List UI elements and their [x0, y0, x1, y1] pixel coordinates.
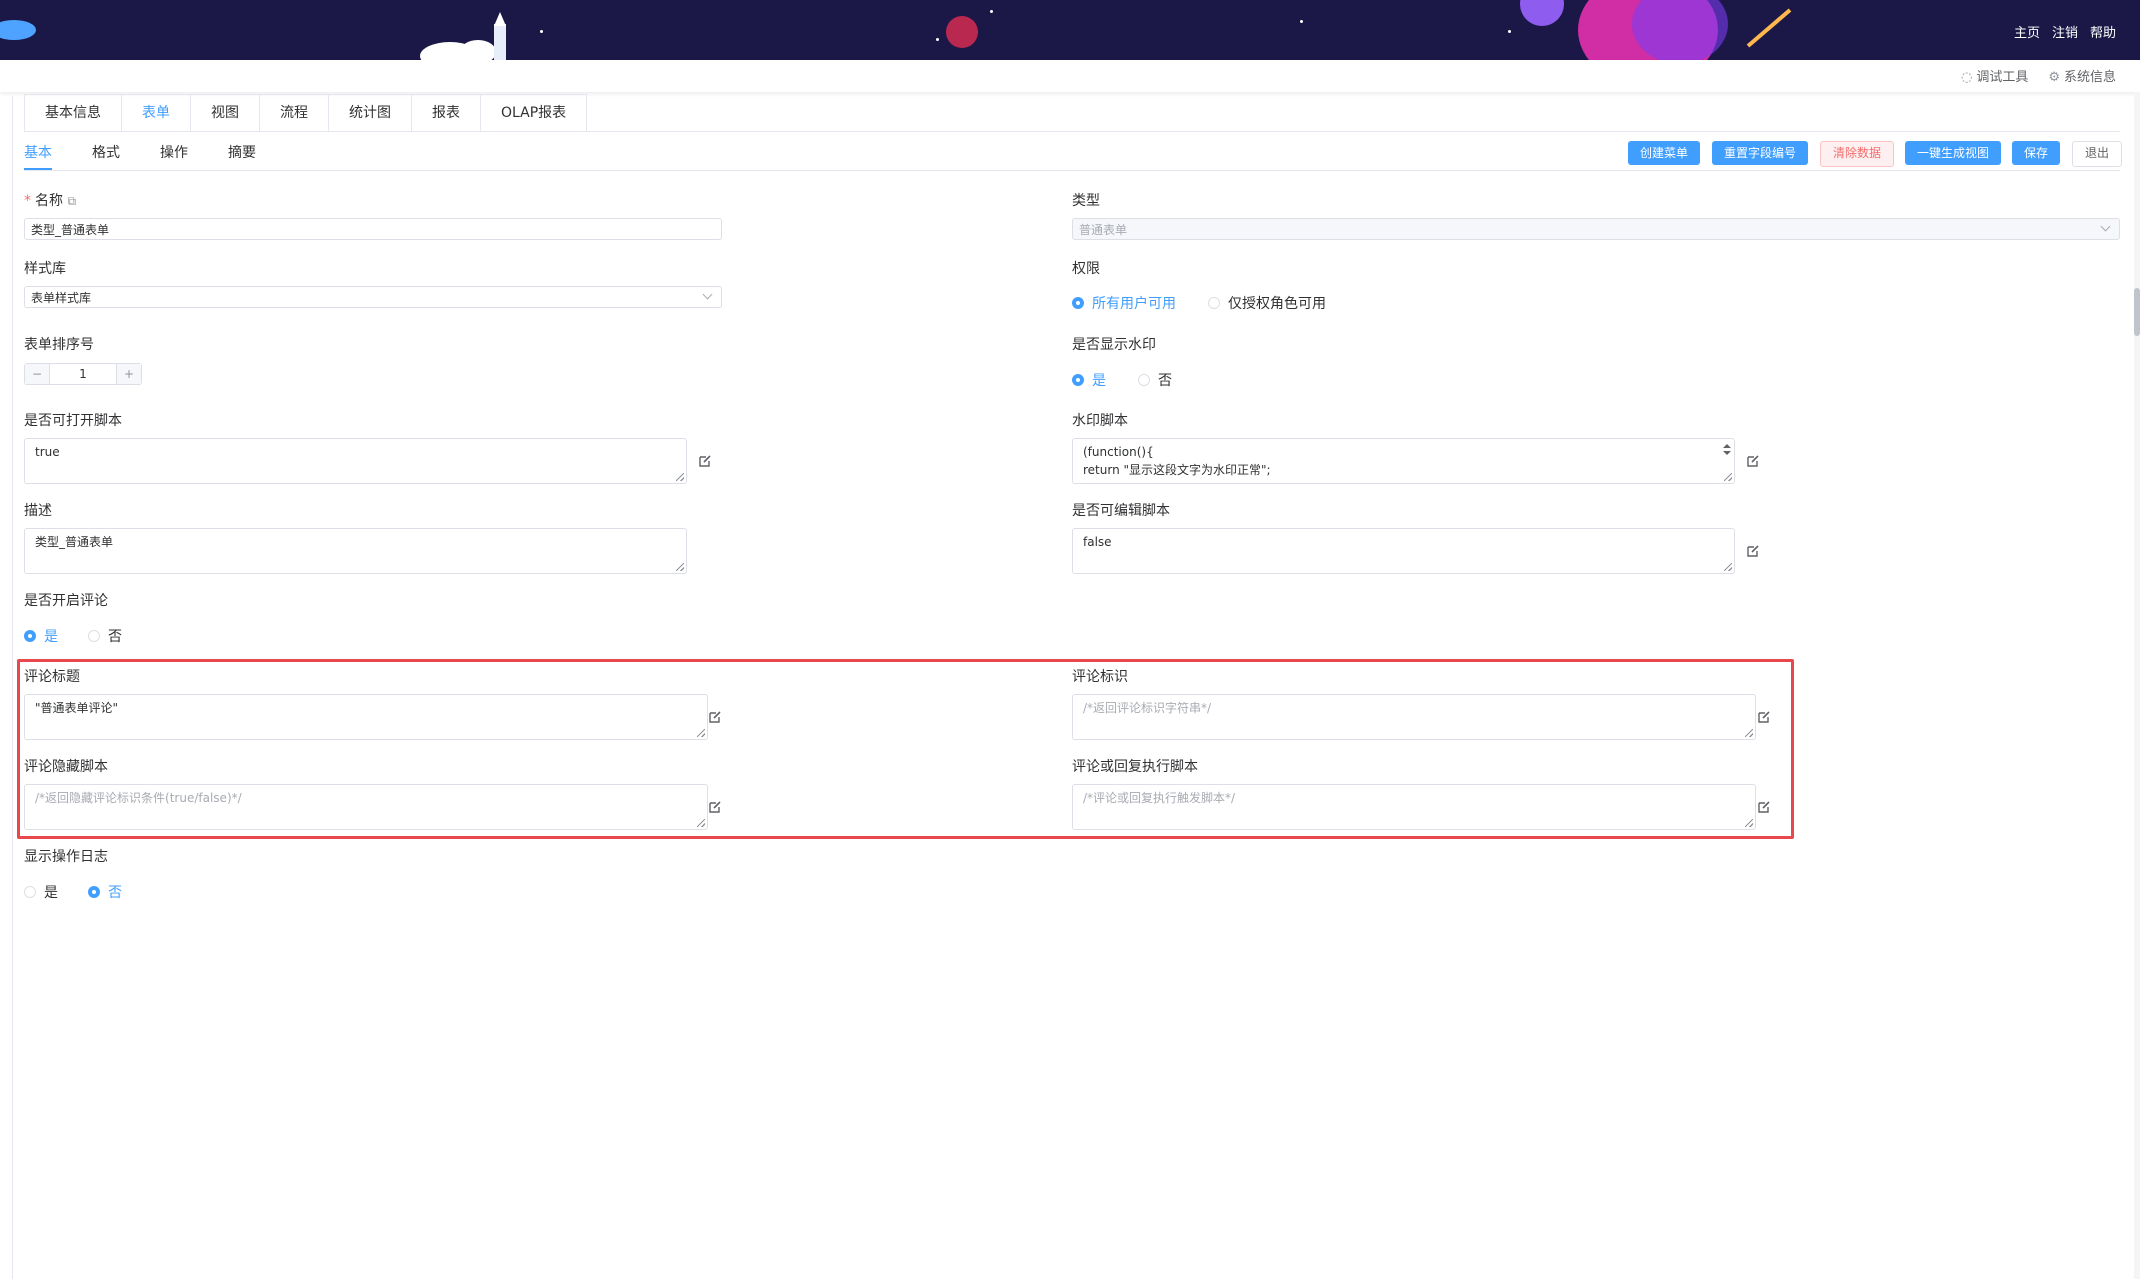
exit-button[interactable]: 退出 — [2072, 141, 2123, 167]
permission-label: 权限 — [1072, 261, 1100, 277]
tab-basic-info[interactable]: 基本信息 — [25, 95, 122, 131]
show-log-label: 显示操作日志 — [24, 849, 108, 865]
edit-icon[interactable] — [1757, 710, 1771, 724]
edit-icon[interactable] — [1746, 544, 1760, 558]
sort-no-stepper[interactable]: − 1 + — [24, 363, 142, 385]
tab-olap-report[interactable]: OLAP报表 — [481, 95, 586, 131]
textarea-scroll[interactable] — [1722, 441, 1732, 469]
comment-title-label: 评论标题 — [24, 669, 80, 685]
nav-logout[interactable]: 注销 — [2052, 22, 2078, 41]
show-log-yes-radio[interactable]: 是 — [24, 882, 58, 902]
comment-hide-script-textarea[interactable]: /*返回隐藏评论标识条件(true/false)*/ — [24, 784, 708, 830]
description-textarea[interactable]: 类型_普通表单 — [24, 528, 687, 574]
edit-icon[interactable] — [1746, 454, 1760, 468]
chevron-down-icon — [2100, 221, 2111, 232]
watermark-show-label: 是否显示水印 — [1072, 337, 1156, 353]
edit-icon[interactable] — [708, 800, 722, 814]
watermark-yes-radio[interactable]: 是 — [1072, 370, 1106, 390]
reset-field-number-button[interactable]: 重置字段编号 — [1712, 141, 1809, 165]
top-nav: 主页 注销 帮助 — [2014, 22, 2116, 41]
edit-script-label: 是否可编辑脚本 — [1072, 503, 1170, 519]
subtab-format[interactable]: 格式 — [92, 142, 120, 162]
chevron-down-icon — [702, 289, 713, 300]
edit-icon[interactable] — [698, 454, 712, 468]
increment-button[interactable]: + — [117, 364, 141, 384]
gear-icon: ⚙ — [2048, 70, 2060, 85]
tab-form[interactable]: 表单 — [122, 95, 191, 133]
comment-reply-script-label: 评论或回复执行脚本 — [1072, 759, 1198, 775]
permission-authorized-roles-radio[interactable]: 仅授权角色可用 — [1208, 293, 1326, 313]
sub-toolbar: ◌ 调试工具 ⚙ 系统信息 — [0, 60, 2140, 92]
scrollbar[interactable] — [2134, 92, 2140, 1279]
comment-no-radio[interactable]: 否 — [88, 626, 122, 646]
type-select: 普通表单 — [1072, 218, 2120, 240]
nav-help[interactable]: 帮助 — [2090, 22, 2116, 41]
copy-icon[interactable]: ⧉ — [67, 194, 76, 208]
watermark-script-label: 水印脚本 — [1072, 413, 1128, 429]
edit-script-textarea[interactable]: false — [1072, 528, 1735, 574]
tab-chart[interactable]: 统计图 — [329, 95, 412, 131]
tab-view[interactable]: 视图 — [191, 95, 260, 131]
watermark-no-radio[interactable]: 否 — [1138, 370, 1172, 390]
edit-icon[interactable] — [1757, 800, 1771, 814]
comment-id-textarea[interactable]: /*返回评论标识字符串*/ — [1072, 694, 1756, 740]
subtab-divider — [24, 170, 2120, 171]
save-button[interactable]: 保存 — [2012, 141, 2061, 165]
open-script-textarea[interactable]: true — [24, 438, 687, 484]
comment-title-textarea[interactable]: "普通表单评论" — [24, 694, 708, 740]
subtab-operation[interactable]: 操作 — [160, 142, 188, 162]
clear-data-button[interactable]: 清除数据 — [1820, 141, 1895, 167]
permission-all-users-radio[interactable]: 所有用户可用 — [1072, 293, 1176, 313]
tab-report[interactable]: 报表 — [412, 95, 481, 131]
style-lib-label: 样式库 — [24, 261, 66, 277]
subtab-summary[interactable]: 摘要 — [228, 142, 256, 162]
show-log-no-radio[interactable]: 否 — [88, 882, 122, 902]
tab-flow[interactable]: 流程 — [260, 95, 329, 131]
comment-yes-radio[interactable]: 是 — [24, 626, 58, 646]
main-tabs: 基本信息 表单 视图 流程 统计图 报表 OLAP报表 — [24, 94, 588, 133]
nav-home[interactable]: 主页 — [2014, 22, 2040, 41]
create-menu-button[interactable]: 创建菜单 — [1628, 141, 1701, 165]
comment-hide-script-label: 评论隐藏脚本 — [24, 759, 108, 775]
comment-reply-script-textarea[interactable]: /*评论或回复执行触发脚本*/ — [1072, 784, 1756, 830]
system-info-link[interactable]: ⚙ 系统信息 — [2048, 66, 2116, 85]
comment-id-label: 评论标识 — [1072, 669, 1128, 685]
edit-icon[interactable] — [708, 710, 722, 724]
name-label: * 名称 ⧉ — [24, 193, 77, 209]
description-label: 描述 — [24, 503, 52, 519]
debug-tools-link[interactable]: ◌ 调试工具 — [1961, 66, 2028, 85]
scrollbar-thumb[interactable] — [2134, 288, 2140, 336]
style-lib-select[interactable]: 表单样式库 — [24, 286, 722, 308]
name-input[interactable]: 类型_普通表单 — [24, 218, 722, 240]
debug-icon: ◌ — [1960, 70, 1973, 85]
sort-no-label: 表单排序号 — [24, 337, 94, 353]
left-divider — [12, 96, 13, 1279]
generate-view-button[interactable]: 一键生成视图 — [1905, 141, 2002, 165]
banner-illustration — [0, 0, 1792, 60]
sort-no-value[interactable]: 1 — [49, 364, 117, 384]
decrement-button[interactable]: − — [25, 364, 49, 384]
main-tab-divider — [24, 131, 2120, 132]
subtab-basic[interactable]: 基本 — [24, 142, 52, 162]
comment-enabled-label: 是否开启评论 — [24, 593, 108, 609]
open-script-label: 是否可打开脚本 — [24, 413, 122, 429]
watermark-script-textarea[interactable]: (function(){ return "显示这段文字为水印正常"; — [1072, 438, 1735, 484]
top-banner: 主页 注销 帮助 — [0, 0, 2140, 60]
type-label: 类型 — [1072, 193, 1100, 209]
